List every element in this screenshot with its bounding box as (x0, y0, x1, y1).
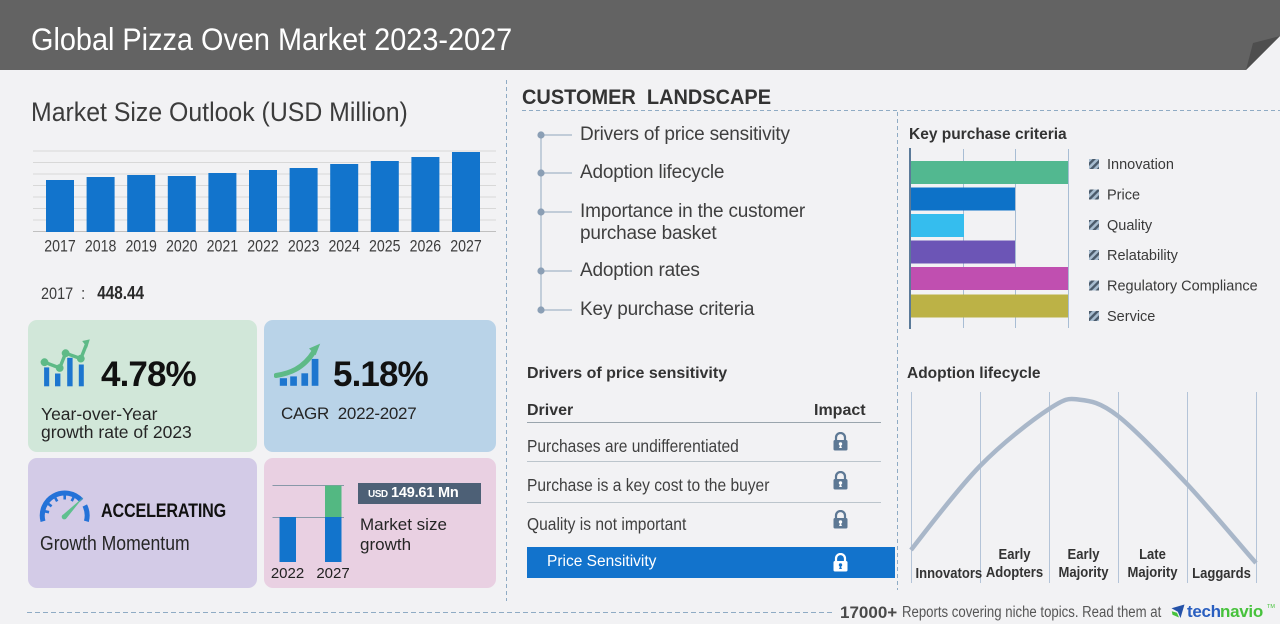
svg-text:TM: TM (1267, 604, 1275, 610)
svg-text:navio: navio (1220, 602, 1263, 621)
svg-text:tech: tech (1187, 602, 1221, 621)
